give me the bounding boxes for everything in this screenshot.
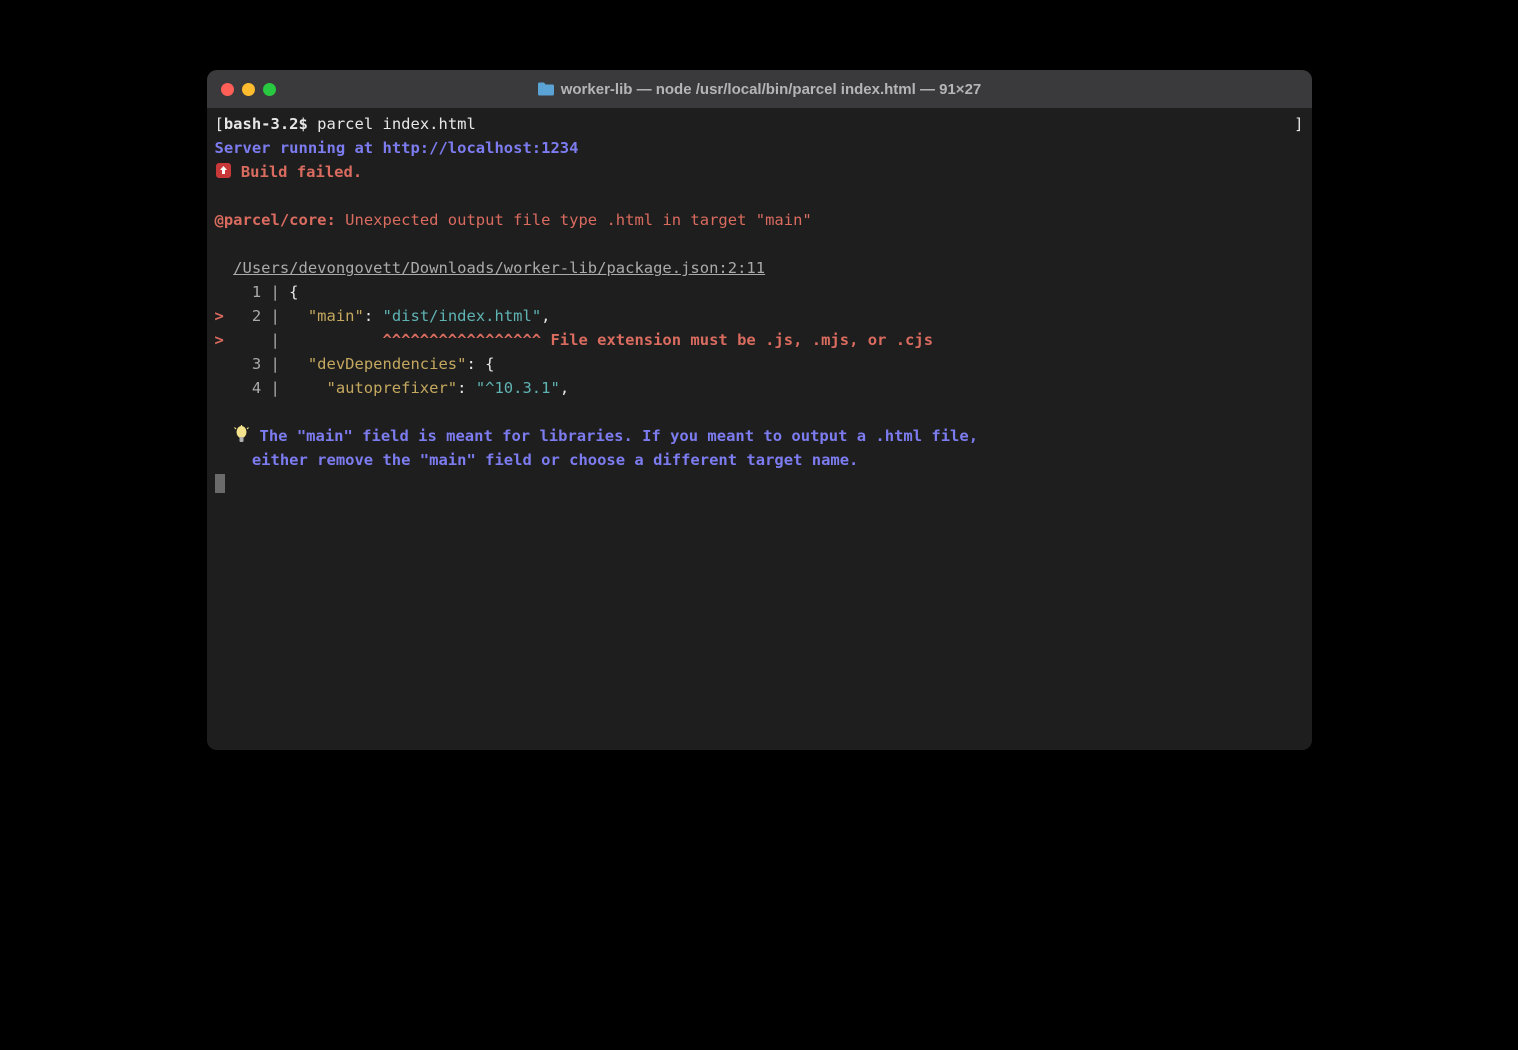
code-line-3-colon: : xyxy=(466,355,485,373)
code-line-3-indent xyxy=(289,355,308,373)
terminal-body[interactable]: [bash-3.2$ parcel index.html] Server runn… xyxy=(207,108,1312,750)
folder-icon xyxy=(537,82,555,96)
code-gutter-4: 3 | xyxy=(215,355,290,373)
maximize-button[interactable] xyxy=(263,83,276,96)
siren-icon xyxy=(215,162,232,179)
window-title: worker-lib — node /usr/local/bin/parcel … xyxy=(207,81,1312,98)
error-file-path: /Users/devongovett/Downloads/worker-lib/… xyxy=(233,259,765,277)
prompt-bracket-close: ] xyxy=(1294,112,1303,136)
minimize-button[interactable] xyxy=(242,83,255,96)
code-line-2-key: "main" xyxy=(308,307,364,325)
code-line-3-key: "devDependencies" xyxy=(308,355,467,373)
code-gutter-3-pipe: | xyxy=(252,331,289,349)
cursor xyxy=(215,474,225,493)
server-url: http://localhost:1234 xyxy=(382,139,578,157)
traffic-lights xyxy=(221,83,276,96)
code-gutter-2-num: 2 | xyxy=(233,307,289,325)
code-line-2-colon: : xyxy=(364,307,383,325)
code-line-3-brace: { xyxy=(485,355,494,373)
code-gutter-5: 4 | xyxy=(215,379,290,397)
window-title-text: worker-lib — node /usr/local/bin/parcel … xyxy=(561,81,982,98)
caret-message: File extension must be .js, .mjs, or .cj… xyxy=(550,331,933,349)
lightbulb-icon xyxy=(233,425,250,444)
build-failed-text: Build failed. xyxy=(232,163,363,181)
prompt-bracket-open: [ xyxy=(215,115,224,133)
command-text: parcel index.html xyxy=(317,115,476,133)
code-gutter-1: 1 | xyxy=(215,283,290,301)
code-line-4-val: "^10.3.1" xyxy=(476,379,560,397)
shell-prompt: bash-3.2$ xyxy=(224,115,317,133)
code-carets: ^^^^^^^^^^^^^^^^^ xyxy=(289,331,550,349)
code-line-2-indent xyxy=(289,307,308,325)
error-source: @parcel/core: xyxy=(215,211,336,229)
code-line-4-colon: : xyxy=(457,379,476,397)
code-line-4-comma: , xyxy=(560,379,569,397)
error-message: Unexpected output file type .html in tar… xyxy=(336,211,812,229)
code-gutter-3-marker: > xyxy=(215,331,252,349)
code-gutter-2-marker: > xyxy=(215,307,234,325)
terminal-window: worker-lib — node /usr/local/bin/parcel … xyxy=(207,70,1312,750)
close-button[interactable] xyxy=(221,83,234,96)
code-line-4-key: "autoprefixer" xyxy=(326,379,457,397)
code-line-2-val: "dist/index.html" xyxy=(383,307,542,325)
hint-line-2: either remove the "main" field or choose… xyxy=(215,451,859,469)
title-bar: worker-lib — node /usr/local/bin/parcel … xyxy=(207,70,1312,108)
code-line-2-comma: , xyxy=(541,307,550,325)
server-running-label: Server running at xyxy=(215,139,383,157)
hint-line-1: The "main" field is meant for libraries.… xyxy=(250,427,978,445)
code-line-4-indent xyxy=(289,379,326,397)
code-line-1: { xyxy=(289,283,298,301)
